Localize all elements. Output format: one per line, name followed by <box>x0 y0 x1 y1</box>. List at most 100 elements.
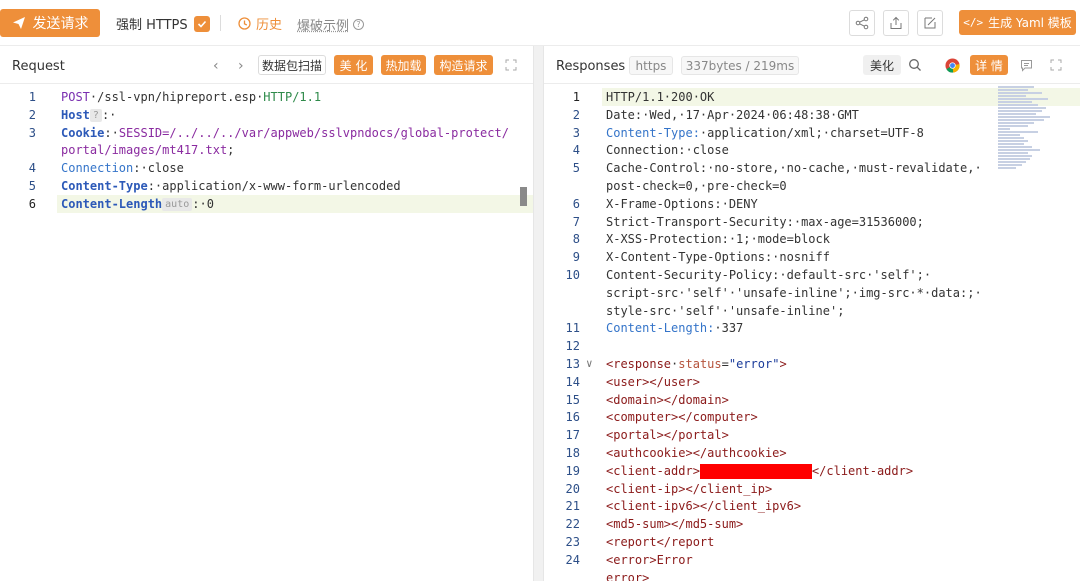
build-request-label: 构造请求 <box>439 58 488 73</box>
toolbar-divider <box>220 15 221 31</box>
help-icon[interactable]: ? <box>353 19 365 30</box>
code-token: POST <box>61 90 90 104</box>
minimap-line <box>998 104 1038 106</box>
code-text: <domain></domain> <box>606 391 729 409</box>
code-text: <portal></portal> <box>606 426 729 444</box>
code-minimap[interactable] <box>998 86 1054 186</box>
force-https-checkbox[interactable] <box>193 15 210 32</box>
response-beautify-button[interactable]: 美化 <box>863 55 901 75</box>
code-text: <client-addr> </client-addr> <box>606 462 913 480</box>
code-line: script-src·'self'·'unsafe-inline';·img-s… <box>544 284 1080 302</box>
line-number: 4 <box>572 143 580 158</box>
build-request-button[interactable]: 构造请求 <box>434 55 493 75</box>
response-pane: Responses https 337bytes / 219ms 美化 详 情 <box>543 46 1080 581</box>
size-time-tag: 337bytes / 219ms <box>681 56 799 75</box>
code-line: 9 X-Content-Type-Options:·nosniff <box>544 248 1080 266</box>
code-token: Content-Length <box>61 196 163 211</box>
line-number: 6 <box>572 196 580 211</box>
inline-hint-chip: auto <box>162 197 193 211</box>
line-number: 23 <box>565 535 580 549</box>
minimap-line <box>998 146 1032 148</box>
export-button[interactable] <box>883 10 909 36</box>
line-number: 15 <box>565 392 580 407</box>
minimap-line <box>998 140 1028 142</box>
request-editor[interactable]: 1 POST·/ssl-vpn/hipreport.esp·HTTP/1.1 2 Ho… <box>0 84 533 581</box>
fold-chevron-icon[interactable]: ∨ <box>586 355 593 373</box>
code-text: Host?:· <box>61 106 116 124</box>
line-number: 2 <box>572 107 580 122</box>
code-token: <user></user> <box>606 374 700 389</box>
hot-load-button[interactable]: 热加载 <box>381 55 426 75</box>
chevron-left-icon[interactable]: ‹ <box>213 58 219 74</box>
code-token: <computer></computer> <box>606 410 758 425</box>
clock-icon <box>238 17 251 30</box>
minimap-line <box>998 101 1032 103</box>
detail-button[interactable]: 详 情 <box>970 55 1008 75</box>
line-number: 7 <box>572 214 580 229</box>
code-token: script-src·'self'·'unsafe-inline';·img-s… <box>606 285 982 300</box>
line-number: 12 <box>565 339 580 354</box>
minimap-line <box>998 131 1038 133</box>
history-button[interactable]: 历史 <box>238 14 282 33</box>
code-text: Content-Type:·application/x-www-form-url… <box>61 177 401 195</box>
code-text: Content-Length:·337 <box>606 319 743 337</box>
code-line: 22 <md5-sum></md5-sum> <box>544 515 1080 533</box>
share-button[interactable] <box>849 10 875 36</box>
search-icon[interactable] <box>907 57 923 73</box>
chrome-icon[interactable] <box>944 57 960 73</box>
minimap-line <box>998 95 1026 97</box>
code-token: :·close <box>133 161 184 176</box>
force-https-label: 强制 HTTPS <box>116 18 188 33</box>
response-title: Responses <box>556 59 626 74</box>
burst-example-link[interactable]: 爆破示例 ? <box>297 15 365 34</box>
code-token: error> <box>606 570 650 581</box>
line-number: 16 <box>565 410 580 425</box>
code-line: 8 X-XSS-Protection:·1;·mode=block <box>544 230 1080 248</box>
code-text: Content-Security-Policy:·default-src·'se… <box>606 266 931 284</box>
minimap-line <box>998 122 1034 124</box>
beautify-button[interactable]: 美 化 <box>334 55 373 75</box>
minimap-line <box>998 119 1044 121</box>
packet-scan-button[interactable]: 数据包扫描 <box>258 55 326 75</box>
minimap-line <box>998 158 1030 160</box>
comment-icon[interactable] <box>1018 57 1034 73</box>
request-header: Request ‹ › 数据包扫描 美 化 热加载 构造请求 <box>0 46 533 84</box>
history-label: 历史 <box>256 18 283 33</box>
code-token: X-XSS-Protection:·1;·mode=block <box>606 232 830 247</box>
minimap-line <box>998 92 1042 94</box>
code-text: Cookie:·SESSID=/../../../var/appweb/sslv… <box>61 124 509 142</box>
send-request-label: 发送请求 <box>32 16 89 32</box>
code-line: 17 <portal></portal> <box>544 426 1080 444</box>
code-text: <authcookie></authcookie> <box>606 444 787 462</box>
code-token: </client-addr> <box>811 463 914 478</box>
force-https-toggle[interactable]: 强制 HTTPS <box>116 14 210 33</box>
code-token: status <box>678 357 722 371</box>
code-text: X-Content-Type-Options:·nosniff <box>606 248 830 266</box>
code-token: Content-Type <box>61 179 148 193</box>
expand-icon[interactable] <box>1048 57 1064 73</box>
pane-splitter[interactable] <box>534 46 543 581</box>
code-line: 15 <domain></domain> <box>544 391 1080 409</box>
expand-icon[interactable] <box>503 57 519 73</box>
generate-yaml-button[interactable]: </> 生成 Yaml 模板 <box>959 10 1076 35</box>
code-text: Date:·Wed,·17·Apr·2024·06:48:38·GMT <box>606 106 859 124</box>
code-token: portal/images/mt417.txt <box>61 143 228 158</box>
send-request-button[interactable]: 发送请求 <box>0 9 100 37</box>
inline-hint-chip: ? <box>89 108 102 122</box>
code-token: Content-Type: <box>606 125 700 140</box>
code-text: error> <box>606 569 649 581</box>
chevron-right-icon[interactable]: › <box>238 58 244 74</box>
code-icon: </> <box>963 16 984 29</box>
minimap-line <box>998 134 1020 136</box>
minimap-line <box>998 149 1040 151</box>
line-number: 14 <box>565 374 580 389</box>
line-number: 21 <box>565 499 580 514</box>
code-line: 13 ∨ <response·status="error"> <box>544 355 1080 373</box>
code-token: > <box>779 357 787 371</box>
minimap-line <box>998 98 1048 100</box>
edit-button[interactable] <box>917 10 943 36</box>
code-text: Content-Length auto:·0 <box>61 195 214 213</box>
code-token: <md5-sum></md5-sum> <box>606 517 744 532</box>
code-text: style-src·'self'·'unsafe-inline'; <box>606 302 844 320</box>
line-number: 22 <box>565 517 580 532</box>
